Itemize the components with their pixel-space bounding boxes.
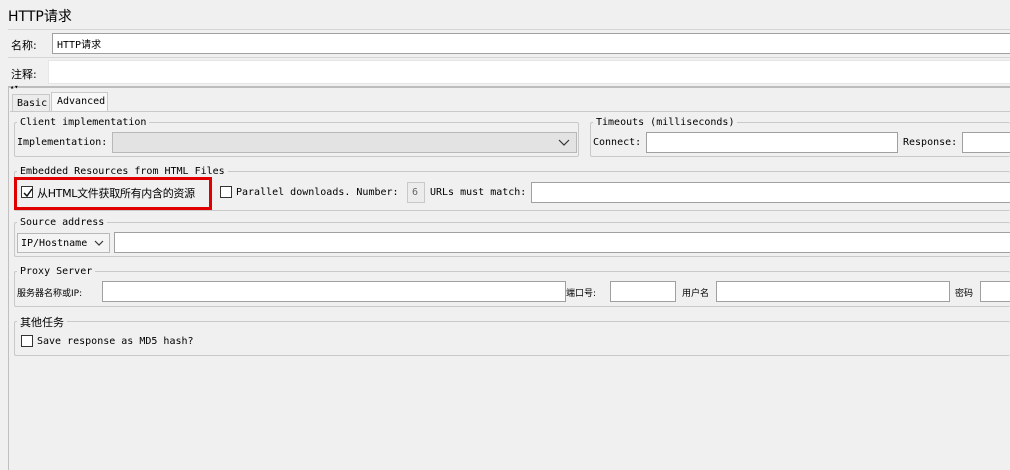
proxy-username-label: 用户名 bbox=[682, 289, 710, 299]
tab-advanced[interactable]: Advanced bbox=[51, 92, 108, 112]
collapse-arrows-icon[interactable]: ▴▾ bbox=[10, 83, 30, 91]
embedded-resources-legend: Embedded Resources from HTML Files bbox=[17, 166, 228, 177]
parallel-number-value: 6 bbox=[412, 187, 419, 198]
chevron-down-icon bbox=[94, 240, 104, 246]
window-title: HTTP请求 bbox=[8, 9, 72, 25]
connect-field[interactable] bbox=[646, 132, 898, 153]
md5-hash-checkbox[interactable] bbox=[21, 335, 33, 347]
other-tasks-legend: 其他任务 bbox=[17, 314, 67, 330]
parallel-downloads-label[interactable]: Parallel downloads. Number: bbox=[236, 187, 399, 198]
retrieve-resources-label[interactable]: 从HTML文件获取所有内含的资源 bbox=[37, 185, 195, 201]
panel-left-border bbox=[8, 88, 9, 470]
implementation-select[interactable] bbox=[112, 132, 577, 153]
urls-must-match-field[interactable] bbox=[531, 182, 1010, 203]
tab-basic[interactable]: Basic bbox=[12, 94, 50, 111]
tab-content-border bbox=[10, 111, 1010, 112]
proxy-username-field[interactable] bbox=[716, 281, 950, 302]
tab-advanced-label: Advanced bbox=[57, 96, 106, 107]
urls-must-match-input[interactable] bbox=[532, 183, 1010, 202]
name-field[interactable] bbox=[52, 33, 1010, 54]
proxy-port-field[interactable] bbox=[610, 281, 676, 302]
response-input[interactable] bbox=[963, 133, 1010, 152]
proxy-password-field[interactable] bbox=[980, 281, 1010, 302]
response-label: Response: bbox=[903, 137, 958, 148]
source-address-field[interactable] bbox=[114, 232, 1010, 253]
source-type-select[interactable]: IP/Hostname bbox=[17, 233, 110, 253]
comment-row: 注释: bbox=[8, 57, 1010, 86]
name-label: 名称: bbox=[11, 39, 37, 52]
md5-hash-label[interactable]: Save response as MD5 hash? bbox=[37, 336, 194, 347]
tab-basic-label: Basic bbox=[17, 98, 48, 109]
proxy-password-label: 密码 bbox=[955, 289, 974, 299]
parallel-number-field[interactable]: 6 bbox=[407, 182, 425, 203]
proxy-server-label: 服务器名称或IP: bbox=[17, 289, 83, 299]
connect-label: Connect: bbox=[593, 137, 642, 148]
name-input[interactable] bbox=[53, 34, 1010, 53]
source-type-value: IP/Hostname bbox=[21, 238, 88, 249]
proxy-server-legend: Proxy Server bbox=[17, 266, 96, 277]
retrieve-resources-checkbox[interactable] bbox=[21, 186, 33, 198]
proxy-server-field[interactable] bbox=[102, 281, 566, 302]
source-address-input[interactable] bbox=[115, 233, 1010, 252]
chevron-down-icon bbox=[558, 139, 570, 146]
comment-field[interactable] bbox=[48, 60, 1010, 84]
proxy-port-label: 端口号: bbox=[566, 289, 597, 299]
name-row: 名称: bbox=[8, 29, 1010, 57]
urls-must-match-label: URLs must match: bbox=[430, 187, 527, 198]
source-address-legend: Source address bbox=[17, 217, 108, 228]
timeouts-legend: Timeouts (milliseconds) bbox=[593, 117, 738, 128]
client-implementation-legend: Client implementation bbox=[17, 117, 150, 128]
split-pane-divider[interactable] bbox=[8, 86, 1010, 88]
comment-label: 注释: bbox=[11, 68, 37, 81]
implementation-label: Implementation: bbox=[17, 137, 108, 148]
response-field[interactable] bbox=[962, 132, 1010, 153]
checkmark-icon bbox=[23, 188, 33, 198]
connect-input[interactable] bbox=[647, 133, 897, 152]
parallel-downloads-checkbox[interactable] bbox=[220, 186, 232, 198]
